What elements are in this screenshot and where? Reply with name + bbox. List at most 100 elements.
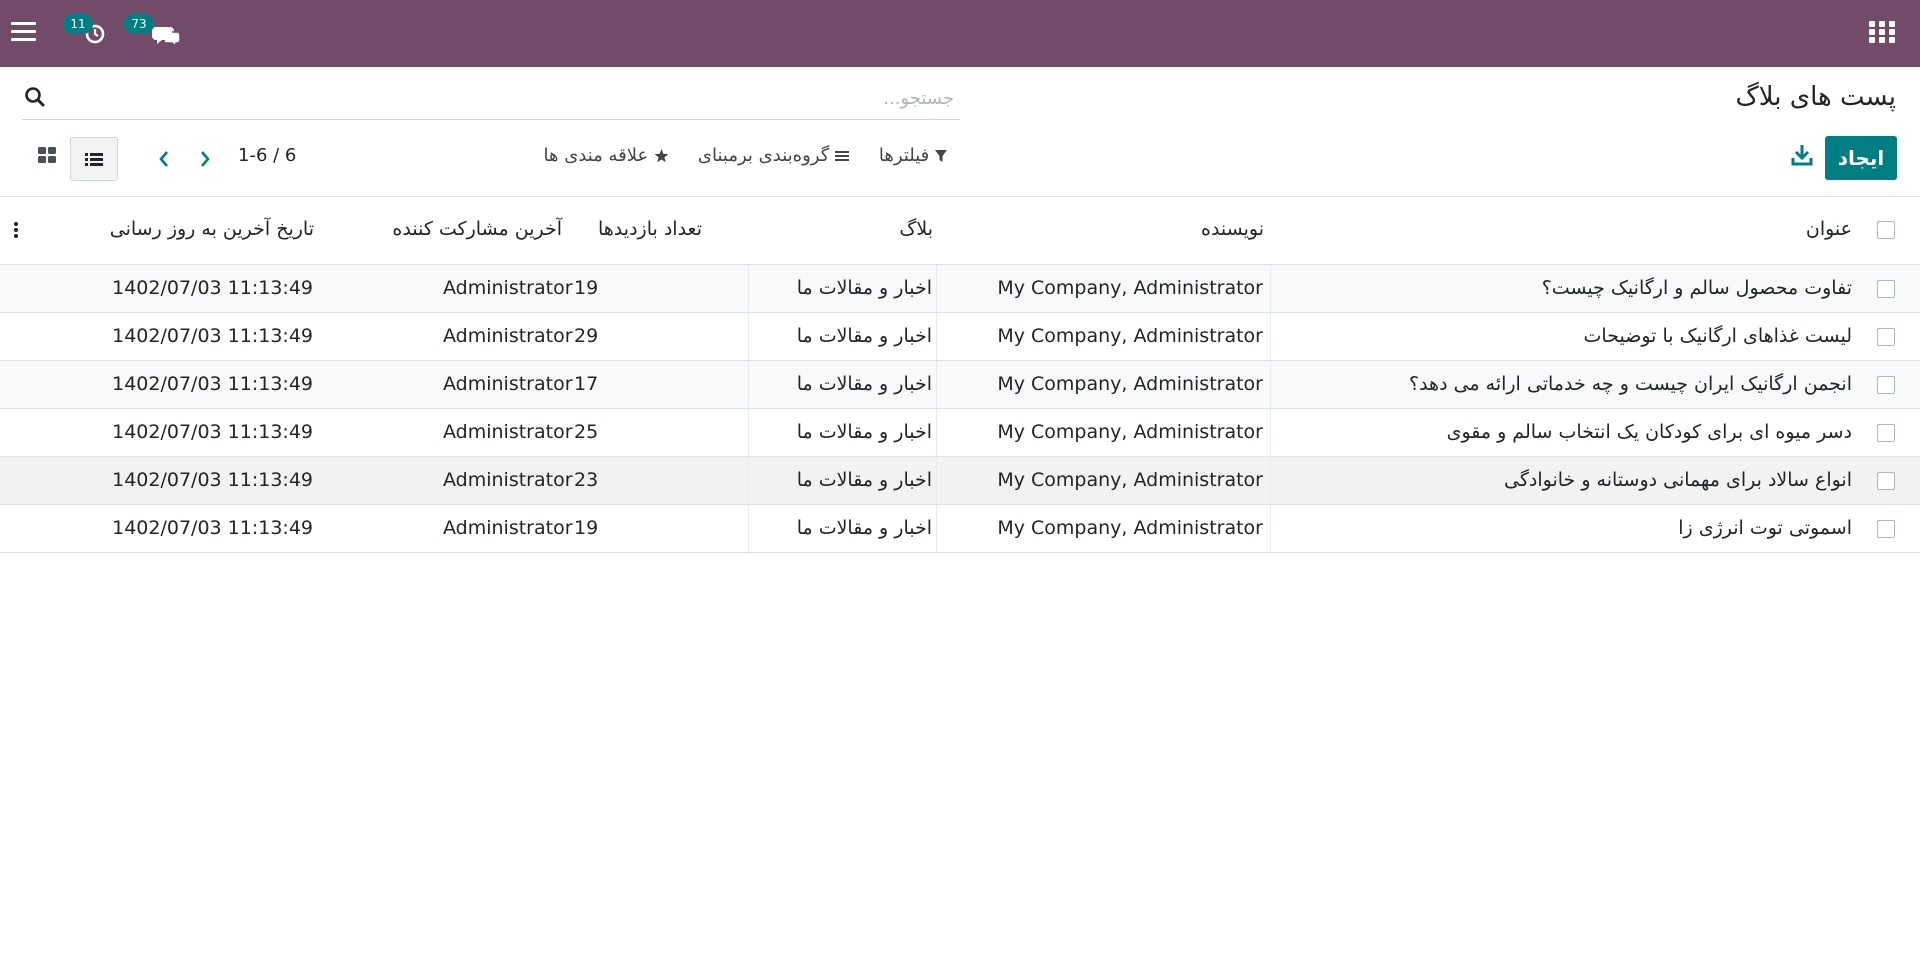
cell-title: تفاوت محصول سالم و ارگانیک چیست؟ bbox=[1541, 277, 1852, 299]
column-separator bbox=[748, 313, 749, 360]
messages-chat-icon[interactable] bbox=[150, 19, 184, 48]
row-checkbox[interactable] bbox=[1877, 328, 1895, 346]
cell-last-updated: 1402/07/03 11:13:49 bbox=[112, 277, 313, 299]
column-separator bbox=[748, 457, 749, 504]
table-row[interactable]: انجمن ارگانیک ایران چیست و چه خدماتی ارا… bbox=[0, 361, 1920, 409]
cell-last-updated: 1402/07/03 11:13:49 bbox=[112, 469, 313, 491]
column-separator bbox=[936, 409, 937, 456]
cell-last-updated: 1402/07/03 11:13:49 bbox=[112, 421, 313, 443]
table-header: عنوان نویسنده بلاگ تعداد بازدیدها آخرین … bbox=[0, 197, 1920, 265]
pager-next-chevron-icon[interactable] bbox=[195, 147, 215, 171]
column-separator bbox=[1270, 457, 1271, 504]
table-row[interactable]: اسموتی توت انرژی زا My Company, Administ… bbox=[0, 505, 1920, 553]
cell-visits: 29 bbox=[574, 325, 599, 347]
filters-label: فیلترها bbox=[878, 145, 930, 166]
cell-author: My Company, Administrator bbox=[997, 373, 1263, 395]
page-title-breadcrumb: پست های بلاگ bbox=[1735, 82, 1897, 112]
column-separator bbox=[936, 505, 937, 552]
filter-funnel-icon bbox=[929, 145, 947, 166]
filters-dropdown-button[interactable]: فیلترها bbox=[879, 142, 947, 170]
table-row[interactable]: انواع سالاد برای مهمانی دوستانه و خانواد… bbox=[0, 457, 1920, 505]
table-row[interactable]: لیست غذاهای ارگانیک با توضیحات My Compan… bbox=[0, 313, 1920, 361]
cell-blog: اخبار و مقالات ما bbox=[796, 517, 932, 539]
cell-last-contributor: Administrator bbox=[443, 469, 573, 491]
cell-title: انواع سالاد برای مهمانی دوستانه و خانواد… bbox=[1504, 469, 1852, 491]
search-input[interactable] bbox=[62, 82, 958, 114]
row-checkbox[interactable] bbox=[1877, 472, 1895, 490]
list-view-icon[interactable] bbox=[70, 137, 118, 181]
cell-visits: 25 bbox=[574, 421, 599, 443]
column-separator bbox=[748, 361, 749, 408]
cell-blog: اخبار و مقالات ما bbox=[796, 373, 932, 395]
row-checkbox[interactable] bbox=[1877, 280, 1895, 298]
cell-title: اسموتی توت انرژی زا bbox=[1678, 517, 1852, 539]
column-separator bbox=[1270, 361, 1271, 408]
cell-last-contributor: Administrator bbox=[443, 421, 573, 443]
apps-grid-icon[interactable] bbox=[1869, 21, 1895, 43]
cell-visits: 19 bbox=[574, 517, 599, 539]
column-header-last-contributor[interactable]: آخرین مشارکت کننده bbox=[392, 197, 562, 265]
search-bar bbox=[22, 78, 960, 120]
cell-visits: 23 bbox=[574, 469, 599, 491]
favorites-label: علاقه مندی ها bbox=[543, 145, 649, 166]
cell-author: My Company, Administrator bbox=[997, 277, 1263, 299]
cell-author: My Company, Administrator bbox=[997, 421, 1263, 443]
cell-author: My Company, Administrator bbox=[997, 469, 1263, 491]
top-navbar: 11 73 bbox=[0, 0, 1920, 67]
cell-last-contributor: Administrator bbox=[443, 325, 573, 347]
column-separator bbox=[748, 265, 749, 312]
column-separator bbox=[1270, 505, 1271, 552]
pager-value[interactable]: 1-6 / 6 bbox=[238, 142, 296, 170]
row-checkbox[interactable] bbox=[1877, 376, 1895, 394]
column-header-visits[interactable]: تعداد بازدیدها bbox=[598, 197, 702, 265]
row-checkbox[interactable] bbox=[1877, 520, 1895, 538]
row-checkbox[interactable] bbox=[1877, 424, 1895, 442]
group-by-dropdown-button[interactable]: گروه‌بندی برمبنای bbox=[698, 142, 849, 170]
kanban-view-icon[interactable] bbox=[36, 144, 58, 166]
messages-count-badge: 73 bbox=[124, 14, 154, 34]
column-separator bbox=[1270, 409, 1271, 456]
column-separator bbox=[936, 361, 937, 408]
column-header-blog[interactable]: بلاگ bbox=[899, 197, 933, 265]
column-separator bbox=[936, 265, 937, 312]
cell-author: My Company, Administrator bbox=[997, 325, 1263, 347]
cell-visits: 19 bbox=[574, 277, 599, 299]
cell-blog: اخبار و مقالات ما bbox=[796, 325, 932, 347]
optional-columns-kebab-icon[interactable] bbox=[13, 220, 19, 240]
group-by-label: گروه‌بندی برمبنای bbox=[697, 145, 830, 166]
cell-last-contributor: Administrator bbox=[443, 277, 573, 299]
column-header-last-updated[interactable]: تاریخ آخرین به روز رسانی bbox=[110, 197, 314, 265]
group-by-bars-icon bbox=[829, 145, 849, 166]
search-icon[interactable] bbox=[24, 86, 46, 108]
download-export-icon[interactable] bbox=[1790, 142, 1814, 170]
cell-blog: اخبار و مقالات ما bbox=[796, 469, 932, 491]
cell-blog: اخبار و مقالات ما bbox=[796, 421, 932, 443]
hamburger-menu-icon[interactable] bbox=[11, 21, 36, 43]
cell-last-updated: 1402/07/03 11:13:49 bbox=[112, 325, 313, 347]
cell-title: انجمن ارگانیک ایران چیست و چه خدماتی ارا… bbox=[1409, 373, 1852, 395]
cell-last-contributor: Administrator bbox=[443, 373, 573, 395]
favorites-dropdown-button[interactable]: علاقه مندی ها bbox=[544, 142, 670, 170]
table-row[interactable]: دسر میوه ای برای کودکان یک انتخاب سالم و… bbox=[0, 409, 1920, 457]
cell-author: My Company, Administrator bbox=[997, 517, 1263, 539]
select-all-checkbox[interactable] bbox=[1877, 221, 1895, 239]
column-separator bbox=[1270, 313, 1271, 360]
cell-visits: 17 bbox=[574, 373, 599, 395]
cell-last-updated: 1402/07/03 11:13:49 bbox=[112, 373, 313, 395]
column-separator bbox=[936, 457, 937, 504]
cell-title: لیست غذاهای ارگانیک با توضیحات bbox=[1583, 325, 1852, 347]
cell-title: دسر میوه ای برای کودکان یک انتخاب سالم و… bbox=[1446, 421, 1852, 443]
table-row[interactable]: تفاوت محصول سالم و ارگانیک چیست؟ My Comp… bbox=[0, 265, 1920, 313]
activity-count-badge: 11 bbox=[63, 14, 93, 34]
cell-last-updated: 1402/07/03 11:13:49 bbox=[112, 517, 313, 539]
column-separator bbox=[1270, 265, 1271, 312]
star-icon bbox=[648, 145, 669, 166]
column-separator bbox=[936, 313, 937, 360]
column-header-title[interactable]: عنوان bbox=[1806, 197, 1852, 265]
pager-previous-chevron-icon[interactable] bbox=[154, 147, 174, 171]
cell-last-contributor: Administrator bbox=[443, 517, 573, 539]
create-button[interactable]: ایجاد bbox=[1825, 136, 1897, 180]
column-header-author[interactable]: نویسنده bbox=[1201, 197, 1264, 265]
cell-blog: اخبار و مقالات ما bbox=[796, 277, 932, 299]
column-separator bbox=[748, 409, 749, 456]
